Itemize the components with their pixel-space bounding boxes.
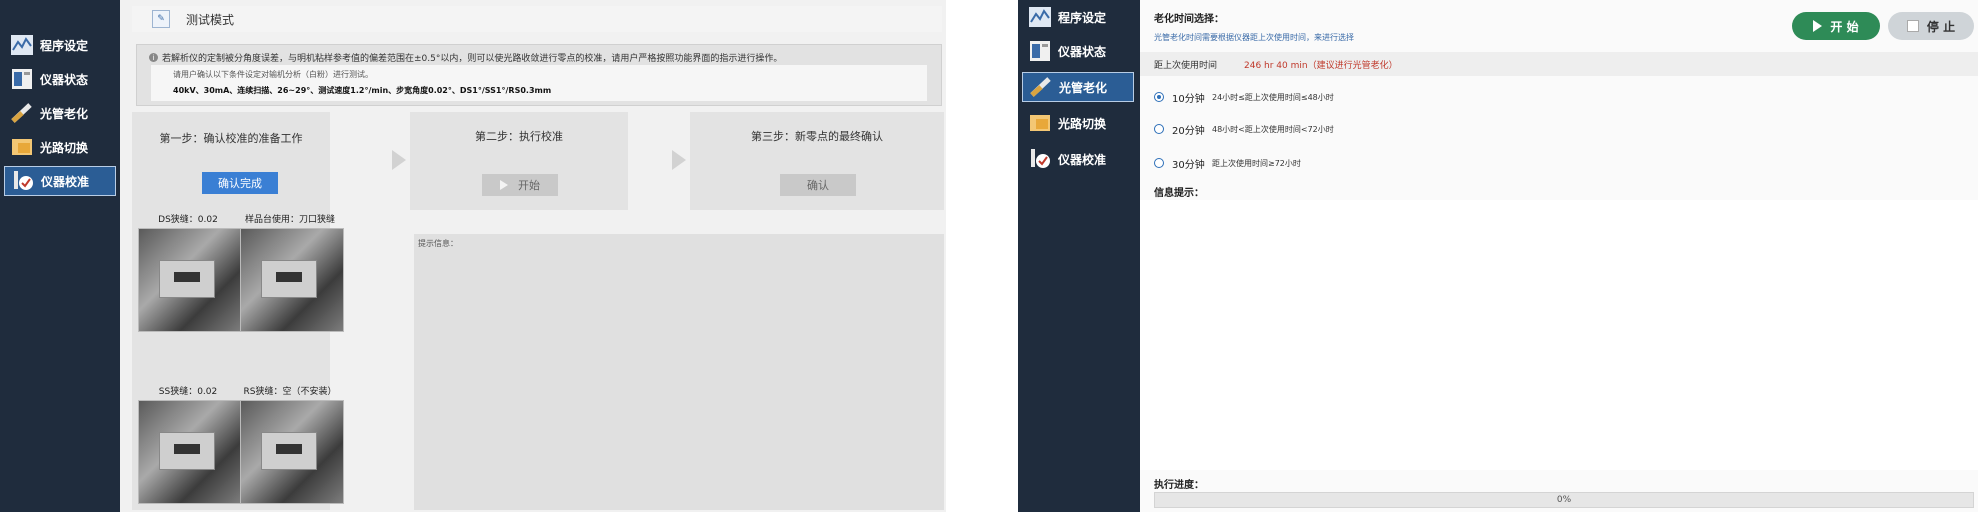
sidebar-item-calibration[interactable]: 仪器校准 [1022,144,1134,174]
sidebar-item-label: 仪器校准 [41,174,90,189]
sidebar-item-light-path[interactable]: 光路切换 [1022,108,1134,138]
calibration-icon [14,171,33,190]
chart-icon [11,35,33,55]
ss-slit-photo [138,400,242,504]
option-desc: 距上次使用时间≥72小时 [1212,158,1301,168]
notice-sub: 请用户确认以下条件设定对输机分析（白粉）进行测试。 [173,70,373,79]
sidebar-item-label: 仪器校准 [1058,152,1107,167]
radio-button[interactable] [1154,158,1164,168]
photo-label-ds: DS狭缝：0.02 [158,215,218,225]
instrument-status-icon [12,69,32,89]
light-path-icon [12,139,32,155]
step-arrow-1 [392,150,406,170]
stop-label: 停 止 [1926,19,1956,34]
light-path-icon [1030,115,1050,131]
right-nav: 程序设定 仪器状态 光管老化 光路切换 仪器校准 [1018,0,1140,512]
sidebar-item-program[interactable]: 程序设定 [4,30,116,60]
stop-icon [1906,20,1919,32]
sidebar-item-aging[interactable]: 光管老化 [4,98,116,128]
mode-icon: ✎ [152,10,170,28]
stop-button[interactable]: 停 止 [1888,12,1974,40]
info-icon: i [149,53,158,62]
sidebar-item-aging[interactable]: 光管老化 [1022,72,1134,102]
notice-params: 40kV、30mA、连续扫描、26~29°、测试速度1.2°/min、步宽角度0… [173,86,552,95]
progress-title: 执行进度： [1154,480,1204,491]
tube-aging-panel: 老化时间选择： 光管老化时间需要根据仪器距上次使用时间，来进行选择 开 始 停 … [1140,0,1978,512]
page-title-bar: ✎ 测试模式 [132,6,942,32]
option-desc: 24小时≤距上次使用时间≤48小时 [1212,92,1334,102]
start-calibration-label: 开始 [518,179,540,192]
sidebar-item-label: 光管老化 [40,106,89,121]
sidebar-item-light-path[interactable]: 光路切换 [4,132,116,162]
step-2-card: 第二步：执行校准 开始 [410,112,628,210]
message-panel: 提示信息： [414,234,944,510]
step-1-card: 第一步：确认校准的准备工作 确认完成 DS狭缝：0.02 样品台使用：刀口狭缝 … [132,112,344,510]
photo-label-sample-stage: 样品台使用：刀口狭缝 [244,215,335,225]
start-button[interactable]: 开 始 [1792,12,1880,40]
play-icon [1813,20,1823,32]
sidebar-item-program[interactable]: 程序设定 [1022,2,1134,32]
sidebar-item-label: 程序设定 [1058,10,1107,25]
instrument-status-icon [1030,41,1050,61]
start-label: 开 始 [1830,19,1859,34]
sidebar-item-status[interactable]: 仪器状态 [4,64,116,94]
sidebar-item-label: 光管老化 [1059,80,1108,95]
chart-icon [1029,7,1051,27]
aging-option-20[interactable]: 20分钟 48小时<距上次使用时间<72小时 [1154,120,1334,138]
sidebar-item-label: 程序设定 [40,38,89,53]
progress-value: 0% [1556,495,1572,505]
step-3-title: 第三步：新零点的最终确认 [751,130,883,143]
step-2-title: 第二步：执行校准 [475,130,563,143]
option-desc: 48小时<距上次使用时间<72小时 [1212,124,1334,134]
sidebar-item-status[interactable]: 仪器状态 [1022,36,1134,66]
step-1-title: 第一步：确认校准的准备工作 [159,132,303,145]
ds-slit-photo [138,228,242,332]
tube-aging-icon [1030,77,1051,97]
window-gap [946,0,1018,512]
notice-text: 若解析仪的定制被分角度误差，与明机粘样参考值的偏差范围在±0.5°以内，则可以使… [162,54,783,64]
start-calibration-button[interactable]: 开始 [482,174,558,196]
sidebar-item-label: 仪器状态 [1058,44,1107,59]
photo-label-rs: RS狭缝：空（不安装） [243,387,337,397]
progress-bar: 0% [1154,492,1974,508]
tube-aging-icon [11,103,32,123]
sample-stage-photo [240,228,344,332]
left-sidebar: 程序设定 仪器状态 光管老化 光路切换 仪器校准 [0,0,120,512]
calibration-icon [1031,149,1050,168]
info-area [1140,200,1978,470]
message-label: 提示信息： [418,239,458,248]
sidebar-item-label: 光路切换 [1058,116,1107,131]
step-arrow-2 [672,150,686,170]
radio-button[interactable] [1154,124,1164,134]
sidebar-item-label: 光路切换 [40,140,89,155]
option-label: 10分钟 [1172,93,1205,105]
confirm-button[interactable]: 确认 [780,174,856,196]
last-use-label: 距上次使用时间 [1154,61,1218,71]
page-title: 测试模式 [186,12,235,27]
last-use-value: 246 hr 40 min（建议进行光管老化） [1244,61,1398,71]
sidebar-item-label: 仪器状态 [40,72,89,87]
aging-hint: 光管老化时间需要根据仪器距上次使用时间，来进行选择 [1154,33,1354,42]
play-icon [500,180,508,190]
confirm-complete-button[interactable]: 确认完成 [202,172,278,194]
aging-time-title: 老化时间选择： [1154,14,1224,25]
sidebar-item-calibration[interactable]: 仪器校准 [4,166,116,196]
option-label: 30分钟 [1172,159,1205,171]
last-use-row: 距上次使用时间 246 hr 40 min（建议进行光管老化） [1140,52,1978,76]
aging-option-10[interactable]: 10分钟 24小时≤距上次使用时间≤48小时 [1154,88,1334,106]
option-label: 20分钟 [1172,125,1205,137]
info-title: 信息提示： [1154,188,1204,199]
step-3-card: 第三步：新零点的最终确认 确认 [690,112,944,210]
radio-button[interactable] [1154,92,1164,102]
notice-conditions: 请用户确认以下条件设定对输机分析（白粉）进行测试。 40kV、30mA、连续扫描… [151,65,927,101]
rs-slit-photo [240,400,344,504]
photo-label-ss: SS狭缝：0.02 [158,387,218,397]
aging-option-30[interactable]: 30分钟 距上次使用时间≥72小时 [1154,154,1301,172]
notice-box: i 若解析仪的定制被分角度误差，与明机粘样参考值的偏差范围在±0.5°以内，则可… [136,44,942,106]
